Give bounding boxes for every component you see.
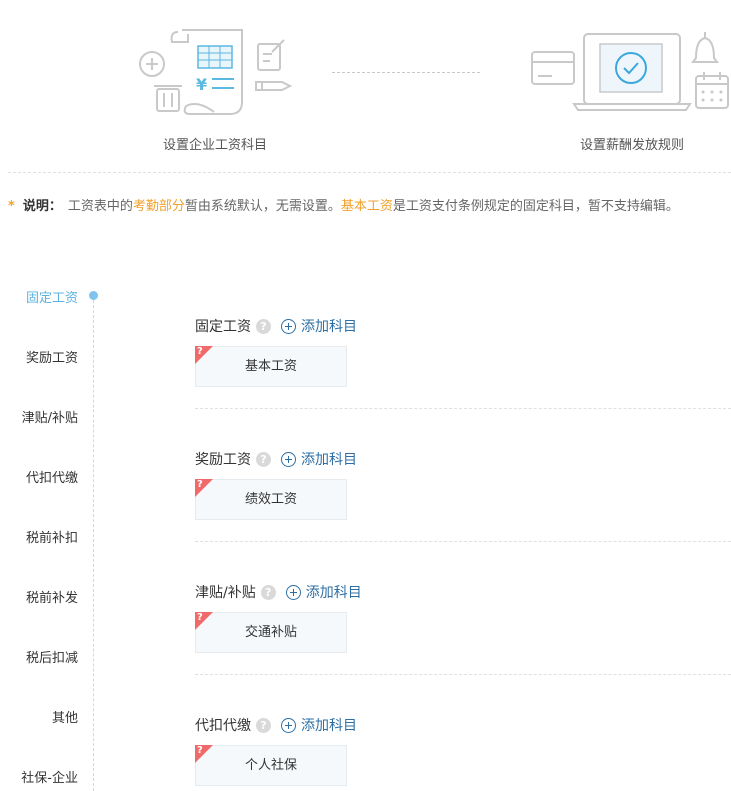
nav-item-withholding[interactable]: 代扣代缴: [26, 467, 78, 486]
salary-item-label: 个人社保: [244, 758, 297, 773]
salary-item-label: 绩效工资: [244, 492, 297, 507]
section-divider: [195, 408, 731, 409]
salary-settings-page: ¥ 设置企业工资科目 设置薪酬发放规则 * 说明： 工资表中的考勤部分暂由系统默…: [0, 0, 731, 791]
nav-active-dot: [89, 291, 98, 300]
salary-item-card[interactable]: ? 交通补贴: [195, 612, 347, 653]
section-divider: [195, 541, 731, 542]
add-item-label: 添加科目: [301, 319, 357, 335]
header-divider: [8, 172, 731, 173]
nav-item-pretax-deduction[interactable]: 税前补扣: [26, 527, 78, 546]
section-header: 奖励工资 ? 添加科目: [195, 449, 731, 469]
section-header: 代扣代缴 ? 添加科目: [195, 715, 731, 735]
plus-circle-icon: [285, 584, 301, 600]
question-mark-icon: ?: [197, 612, 203, 623]
step-label: 设置企业工资科目: [162, 138, 267, 153]
plus-circle-icon: [281, 318, 296, 334]
section-title: 奖励工资: [195, 452, 251, 468]
nav-item-allowance[interactable]: 津贴/补贴: [22, 407, 78, 426]
svg-text:¥: ¥: [196, 75, 207, 94]
section-header: 津贴/补贴 ? 添加科目: [195, 582, 731, 602]
step-connector: [332, 72, 480, 73]
laptop-check-icon: [531, 32, 729, 111]
note-text: 暂由系统默认，无需设置。: [184, 199, 341, 214]
explanation-note: * 说明： 工资表中的考勤部分暂由系统默认，无需设置。基本工资是工资支付条例规定的固…: [8, 195, 679, 214]
note-title: 说明：: [22, 199, 62, 214]
asterisk-icon: *: [8, 199, 15, 214]
nav-timeline: [93, 300, 94, 791]
step-set-payout-rules: 设置薪酬发放规则: [528, 22, 731, 153]
nav-item-pretax-payment[interactable]: 税前补发: [26, 587, 78, 606]
add-item-label: 添加科目: [305, 585, 362, 601]
section-bonus-salary: 奖励工资 ? 添加科目 ? 绩效工资: [195, 449, 731, 520]
add-item-label: 添加科目: [301, 452, 357, 468]
nav-item-social-insurance-company[interactable]: 社保-企业: [21, 767, 78, 786]
note-text: 是工资支付条例规定的固定科目，暂不支持编辑。: [392, 199, 679, 214]
help-icon[interactable]: ?: [256, 318, 271, 334]
section-title: 代扣代缴: [195, 718, 251, 734]
salary-item-label: 基本工资: [244, 359, 297, 374]
plus-circle-icon: [281, 717, 296, 733]
section-allowance: 津贴/补贴 ? 添加科目 ? 交通补贴: [195, 582, 731, 653]
section-header: 固定工资 ? 添加科目: [195, 316, 731, 336]
salary-items-illustration: ¥: [130, 22, 300, 122]
payout-rules-illustration: [528, 22, 731, 122]
plus-circle-icon: [281, 451, 296, 467]
step-set-salary-items: ¥ 设置企业工资科目: [130, 22, 300, 153]
help-icon[interactable]: ?: [256, 717, 271, 733]
help-icon[interactable]: ?: [256, 451, 271, 467]
salary-item-card[interactable]: ? 绩效工资: [195, 479, 347, 520]
question-mark-icon: ?: [197, 745, 203, 756]
section-title: 津贴/补贴: [195, 585, 256, 601]
salary-item-card[interactable]: ? 基本工资: [195, 346, 347, 387]
nav-item-fixed-salary[interactable]: 固定工资: [26, 287, 78, 306]
section-withholding: 代扣代缴 ? 添加科目 ? 个人社保: [195, 715, 731, 786]
question-mark-icon: ?: [197, 346, 203, 357]
note-text: 工资表中的: [67, 199, 133, 214]
salary-item-label: 交通补贴: [244, 625, 297, 640]
section-title: 固定工资: [195, 319, 251, 335]
question-mark-icon: ?: [197, 479, 203, 490]
note-highlight: 考勤部分: [132, 199, 185, 214]
nav-item-other[interactable]: 其他: [52, 707, 78, 726]
add-item-button[interactable]: 添加科目: [281, 715, 357, 735]
note-highlight: 基本工资: [340, 199, 393, 214]
salary-item-card[interactable]: ? 个人社保: [195, 745, 347, 786]
add-item-label: 添加科目: [301, 718, 357, 734]
nav-item-aftertax-deduction[interactable]: 税后扣减: [26, 647, 78, 666]
section-fixed-salary: 固定工资 ? 添加科目 ? 基本工资: [195, 316, 731, 387]
nav-item-bonus-salary[interactable]: 奖励工资: [26, 347, 78, 366]
section-divider: [195, 674, 731, 675]
payroll-document-icon: ¥: [139, 29, 293, 115]
add-item-button[interactable]: 添加科目: [285, 582, 362, 602]
step-label: 设置薪酬发放规则: [579, 138, 684, 153]
add-item-button[interactable]: 添加科目: [281, 316, 357, 336]
add-item-button[interactable]: 添加科目: [281, 449, 357, 469]
help-icon[interactable]: ?: [260, 584, 276, 600]
